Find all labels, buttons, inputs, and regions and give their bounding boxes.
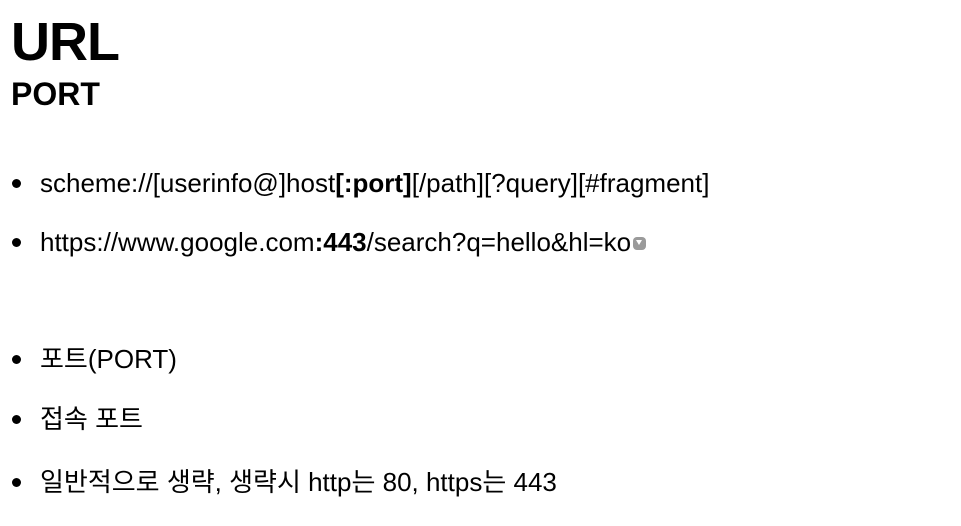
default-ports-text: 일반적으로 생략, 생략시 http는 80, https는 443 (40, 467, 557, 497)
port-text: 포트(PORT) (40, 344, 177, 374)
example-host: https://www.google.com (40, 227, 315, 257)
example-path: /search?q=hello&hl=ko (366, 227, 632, 257)
bullet-icon (12, 237, 21, 247)
list-item-url-syntax: scheme://[userinfo@]host [:port] [/path][?… (12, 167, 709, 199)
bullet-icon (12, 178, 21, 188)
list-item-port: 포트(PORT) (12, 343, 177, 375)
list-item-connection-port: 접속 포트 (12, 403, 143, 435)
bullet-icon (12, 414, 21, 424)
example-port: :443 (314, 227, 367, 257)
bullet-icon (12, 354, 21, 364)
page-subtitle: PORT (11, 76, 100, 112)
page-title: URL (11, 12, 120, 72)
syntax-suffix: [/path][?query][#fragment] (411, 168, 710, 198)
chevron-down-icon[interactable] (633, 236, 647, 250)
slide: URL PORT scheme://[userinfo@]host [:port]… (0, 0, 961, 526)
list-item-default-ports: 일반적으로 생략, 생략시 http는 80, https는 443 (12, 466, 557, 498)
bullet-icon (12, 477, 21, 487)
connection-port-text: 접속 포트 (40, 404, 143, 434)
syntax-port: [:port] (335, 168, 412, 198)
list-item-url-example: https://www.google.com:443/search?q=hell… (12, 226, 647, 258)
syntax-prefix: scheme://[userinfo@]host (40, 168, 336, 198)
